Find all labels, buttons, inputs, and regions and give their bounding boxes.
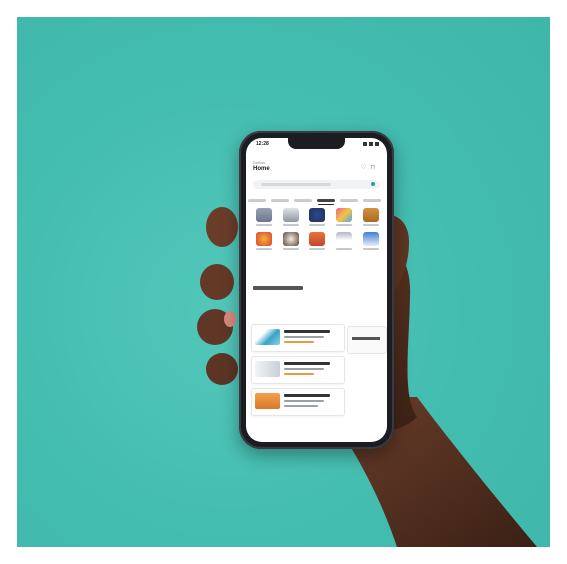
store-meta <box>284 368 324 370</box>
status-bar: 12:28 <box>256 141 379 149</box>
delivery-location[interactable]: Deliver Home <box>253 160 270 172</box>
category-tabs <box>246 196 387 206</box>
store-name <box>284 362 330 365</box>
category-grid <box>252 208 383 250</box>
section-title <box>253 286 303 290</box>
store-card[interactable] <box>251 356 345 384</box>
store-offer <box>284 373 314 375</box>
category-item[interactable] <box>359 208 383 226</box>
search-input[interactable] <box>253 180 380 189</box>
category-item[interactable] <box>332 208 356 226</box>
tab[interactable] <box>271 199 289 202</box>
store-name <box>284 330 330 333</box>
phone-screen: 12:28 Deliver Home ♡⊓ <box>246 138 387 442</box>
store-card[interactable] <box>251 324 345 352</box>
heart-icon[interactable]: ♡ <box>361 165 370 171</box>
status-time: 12:28 <box>256 141 269 147</box>
promo-card[interactable] <box>347 326 387 354</box>
phone: 12:28 Deliver Home ♡⊓ <box>239 131 394 449</box>
signal-icon <box>363 142 379 146</box>
store-logo <box>255 361 280 377</box>
tab[interactable] <box>248 199 266 202</box>
store-name <box>284 394 330 397</box>
store-extra <box>284 405 318 407</box>
store-offer <box>284 341 314 343</box>
cart-icon[interactable]: ⊓ <box>370 165 379 171</box>
tab[interactable] <box>294 199 312 202</box>
category-item[interactable] <box>279 232 303 250</box>
location-label: Deliver <box>253 160 266 165</box>
search-placeholder <box>261 183 331 186</box>
header-icons: ♡⊓ <box>361 164 379 171</box>
tab[interactable] <box>340 199 358 202</box>
category-item[interactable] <box>306 232 330 250</box>
tab-active[interactable] <box>317 199 335 202</box>
store-logo <box>255 329 280 345</box>
search-icon[interactable] <box>371 182 375 186</box>
store-logo <box>255 393 280 409</box>
store-meta <box>284 336 324 338</box>
photo-background: 12:28 Deliver Home ♡⊓ <box>17 17 550 547</box>
location-value: Home <box>253 166 270 172</box>
category-item[interactable] <box>252 232 276 250</box>
category-item[interactable] <box>306 208 330 226</box>
category-item[interactable] <box>332 232 356 250</box>
tab[interactable] <box>363 199 381 202</box>
category-item[interactable] <box>279 208 303 226</box>
store-meta <box>284 400 324 402</box>
category-item[interactable] <box>359 232 383 250</box>
category-item[interactable] <box>252 208 276 226</box>
store-card[interactable] <box>251 388 345 416</box>
